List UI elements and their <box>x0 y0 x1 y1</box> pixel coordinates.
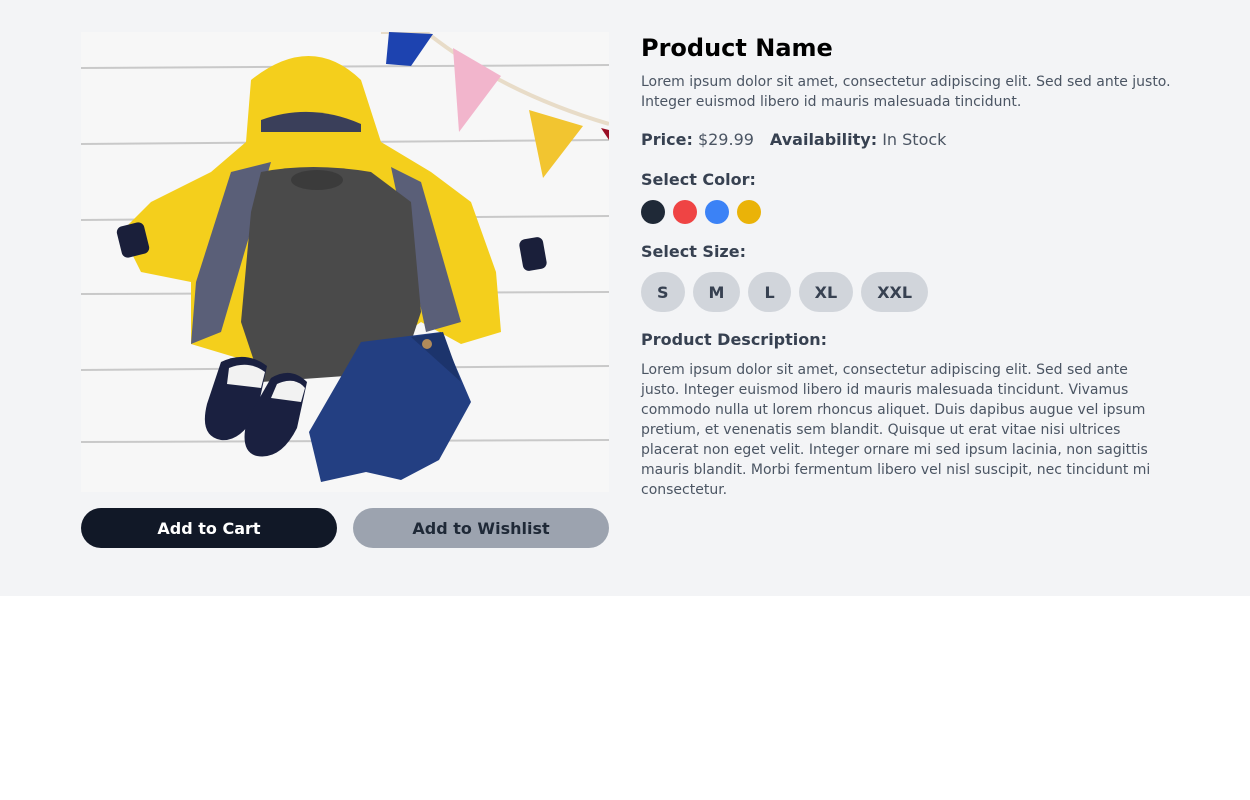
product-info: Product Name Lorem ipsum dolor sit amet,… <box>641 32 1171 500</box>
select-size-label: Select Size: <box>641 242 746 261</box>
availability-value: In Stock <box>882 130 947 149</box>
color-swatch-dark[interactable] <box>641 200 665 224</box>
price-label: Price: <box>641 130 693 149</box>
color-swatch-red[interactable] <box>673 200 697 224</box>
size-button-s[interactable]: S <box>641 272 685 312</box>
size-button-xl[interactable]: XL <box>798 272 854 312</box>
availability-label: Availability: <box>769 130 878 149</box>
size-button-m[interactable]: M <box>692 272 741 312</box>
add-to-wishlist-button[interactable]: Add to Wishlist <box>353 508 609 548</box>
availability-group: Availability: In Stock <box>770 128 947 152</box>
product-description-label: Product Description: <box>641 330 828 349</box>
add-to-cart-button[interactable]: Add to Cart <box>81 508 337 548</box>
size-button-xxl[interactable]: XXL <box>861 272 929 312</box>
price-group: Price: $29.99 <box>641 128 754 152</box>
product-subtitle: Lorem ipsum dolor sit amet, consectetur … <box>641 74 1171 110</box>
price-value: $29.99 <box>697 130 754 149</box>
kids-outfit-photo <box>81 32 609 492</box>
product-title: Product Name <box>641 34 833 62</box>
product-image <box>81 32 609 492</box>
price-availability-row: Price: $29.99 Availability: In Stock <box>641 128 1171 152</box>
select-color-label: Select Color: <box>641 170 756 189</box>
color-swatch-yellow[interactable] <box>737 200 761 224</box>
product-section: Add to Cart Add to Wishlist Product Name… <box>0 0 1250 596</box>
color-swatch-blue[interactable] <box>705 200 729 224</box>
color-swatches <box>641 200 1171 224</box>
size-options: S M L XL XXL <box>641 272 1171 312</box>
size-button-l[interactable]: L <box>748 272 791 312</box>
product-description: Lorem ipsum dolor sit amet, consectetur … <box>641 362 1151 498</box>
